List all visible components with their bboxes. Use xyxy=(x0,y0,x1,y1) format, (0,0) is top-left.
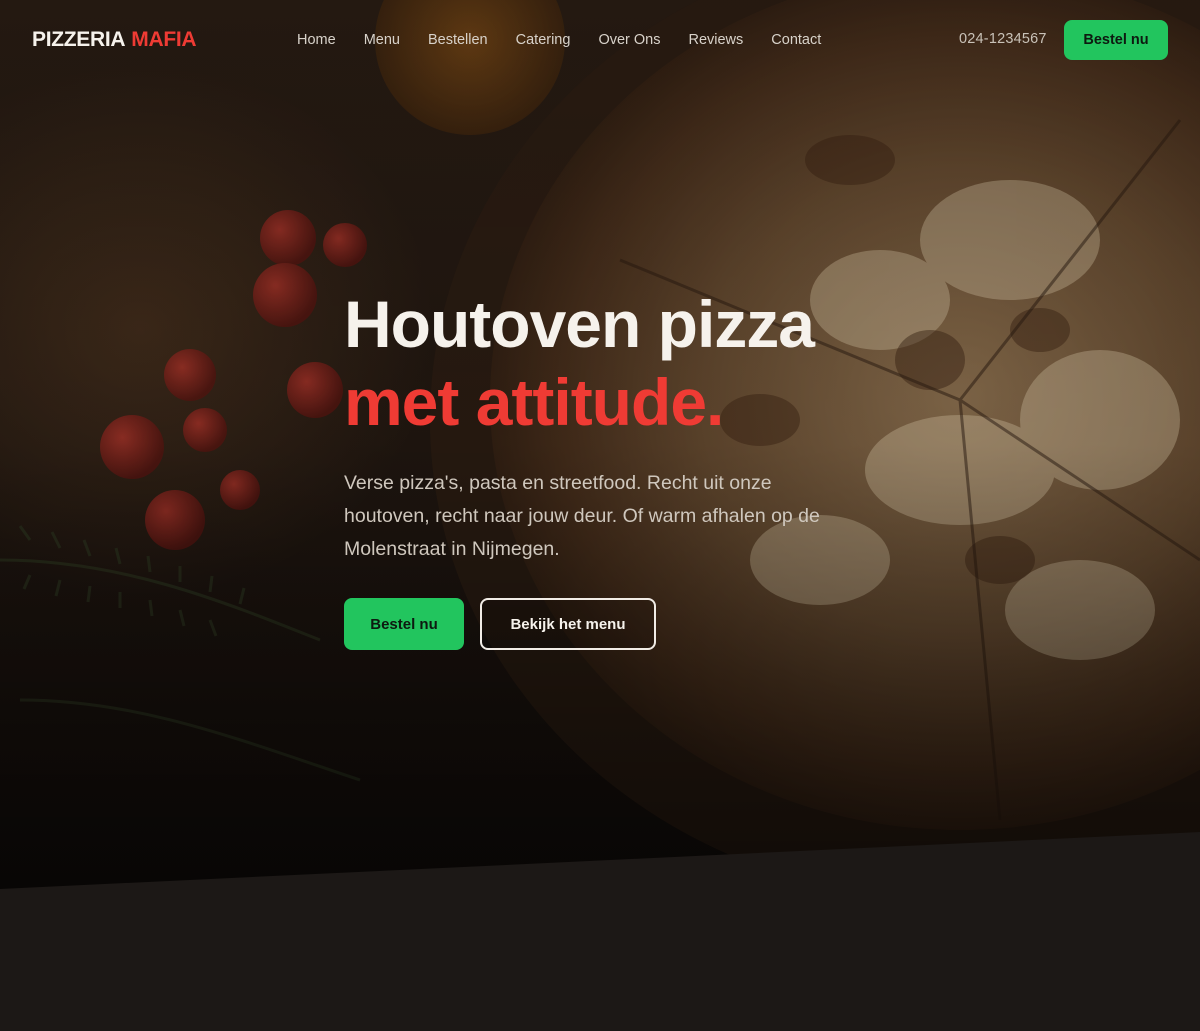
nav-link-home[interactable]: Home xyxy=(297,32,336,48)
hero-content: Houtoven pizza met attitude. Verse pizza… xyxy=(344,285,884,650)
hero-lead-text: Verse pizza's, pasta en streetfood. Rech… xyxy=(344,472,820,560)
site-header: PIZZERIA MAFIA Home Menu Bestellen Cater… xyxy=(0,0,1200,80)
nav-link-catering[interactable]: Catering xyxy=(516,32,571,48)
nav-link-over-ons[interactable]: Over Ons xyxy=(598,32,660,48)
hero-actions: Bestel nu Bekijk het menu xyxy=(344,598,884,650)
hero-title-line2: met attitude. xyxy=(344,365,724,439)
logo-text-accent: MAFIA xyxy=(131,28,197,51)
nav-link-contact[interactable]: Contact xyxy=(771,32,821,48)
view-menu-button[interactable]: Bekijk het menu xyxy=(480,598,656,650)
main-nav: Home Menu Bestellen Catering Over Ons Re… xyxy=(297,0,849,80)
site-logo[interactable]: PIZZERIA MAFIA xyxy=(32,28,197,52)
phone-link[interactable]: 024-1234567 xyxy=(959,31,1047,47)
hero-title: Houtoven pizza met attitude. xyxy=(344,285,884,441)
nav-link-reviews[interactable]: Reviews xyxy=(688,32,743,48)
hero-order-button[interactable]: Bestel nu xyxy=(344,598,464,650)
logo-text-primary: PIZZERIA xyxy=(32,28,126,51)
nav-link-bestellen[interactable]: Bestellen xyxy=(428,32,488,48)
hero-title-line1: Houtoven pizza xyxy=(344,287,815,361)
nav-link-menu[interactable]: Menu xyxy=(364,32,400,48)
header-order-button[interactable]: Bestel nu xyxy=(1064,20,1168,60)
